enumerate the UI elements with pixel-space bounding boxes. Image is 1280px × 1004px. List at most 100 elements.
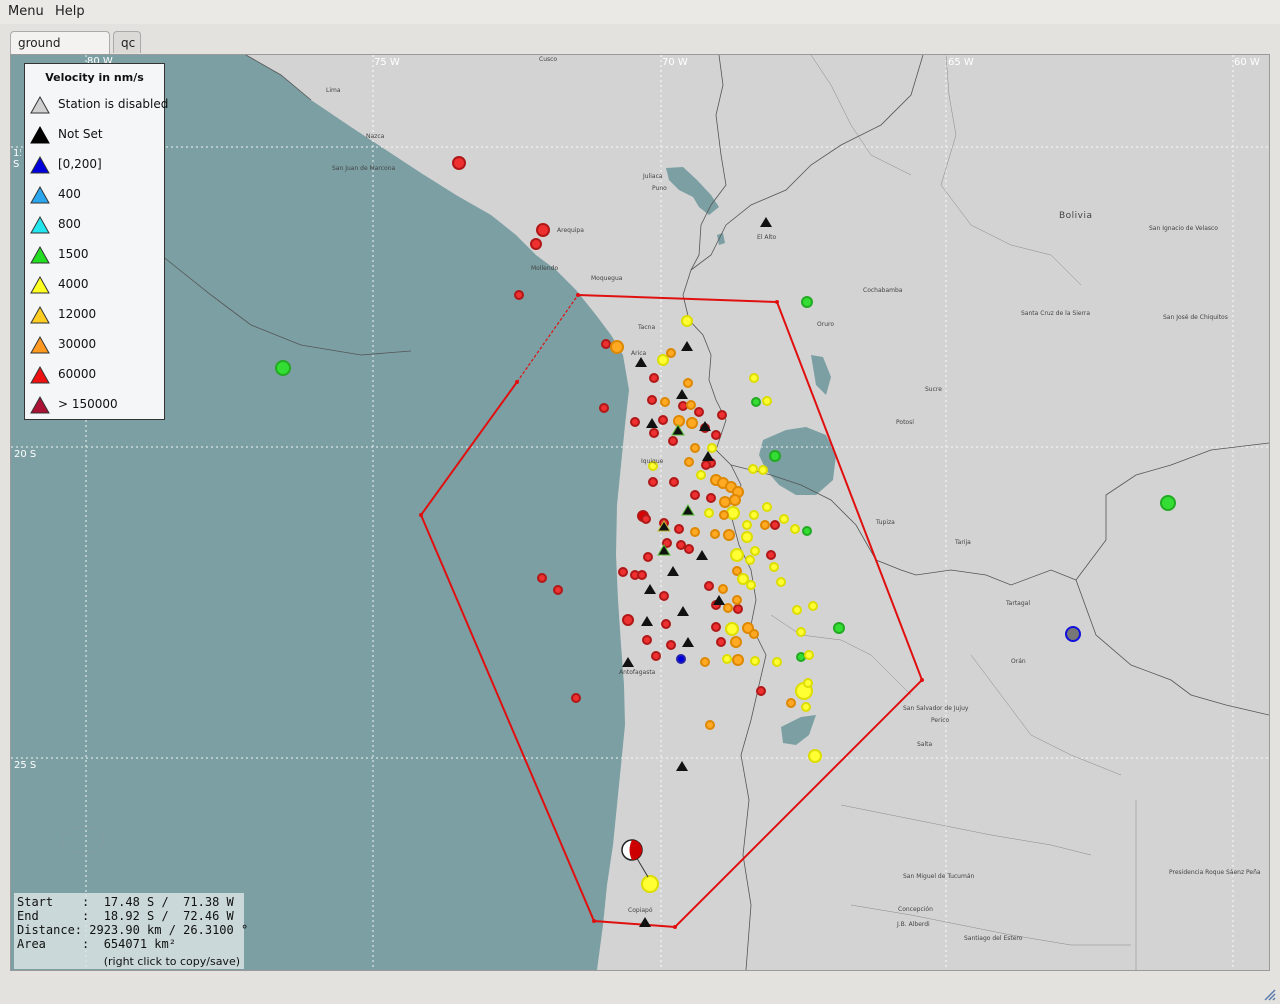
- station-marker[interactable]: [275, 360, 291, 376]
- station-marker[interactable]: [746, 580, 756, 590]
- station-marker[interactable]: [749, 629, 759, 639]
- station-marker[interactable]: [719, 510, 729, 520]
- station-marker[interactable]: [657, 354, 669, 366]
- station-marker[interactable]: [666, 640, 676, 650]
- station-marker[interactable]: [711, 622, 721, 632]
- station-marker[interactable]: [710, 529, 720, 539]
- station-marker[interactable]: [1065, 626, 1081, 642]
- station-marker[interactable]: [769, 450, 781, 462]
- station-marker[interactable]: [790, 524, 800, 534]
- station-marker[interactable]: [705, 720, 715, 730]
- station-marker[interactable]: [711, 430, 721, 440]
- station-marker[interactable]: [669, 477, 679, 487]
- station-marker[interactable]: [599, 403, 609, 413]
- station-marker[interactable]: [630, 417, 640, 427]
- station-marker[interactable]: [696, 470, 706, 480]
- station-marker[interactable]: [649, 428, 659, 438]
- station-marker[interactable]: [716, 637, 726, 647]
- station-marker[interactable]: [571, 693, 581, 703]
- station-marker[interactable]: [749, 373, 759, 383]
- tab-qc[interactable]: qc: [113, 31, 141, 53]
- station-marker[interactable]: [694, 407, 704, 417]
- station-marker[interactable]: [776, 577, 786, 587]
- station-marker[interactable]: [649, 373, 659, 383]
- station-marker[interactable]: [723, 603, 733, 613]
- station-marker[interactable]: [742, 520, 752, 530]
- station-marker[interactable]: [801, 296, 813, 308]
- station-marker[interactable]: [756, 686, 766, 696]
- station-marker[interactable]: [808, 601, 818, 611]
- station-marker[interactable]: [808, 749, 822, 763]
- station-marker[interactable]: [553, 585, 563, 595]
- menu-item-help[interactable]: Help: [55, 4, 85, 19]
- station-marker[interactable]: [660, 397, 670, 407]
- station-marker[interactable]: [641, 514, 651, 524]
- station-marker[interactable]: [762, 502, 772, 512]
- station-marker[interactable]: [683, 378, 693, 388]
- station-marker[interactable]: [730, 548, 744, 562]
- station-marker[interactable]: [750, 656, 760, 666]
- station-marker[interactable]: [786, 698, 796, 708]
- station-marker[interactable]: [601, 339, 611, 349]
- station-marker[interactable]: [641, 875, 659, 893]
- station-marker[interactable]: [648, 477, 658, 487]
- station-marker[interactable]: [674, 524, 684, 534]
- station-marker[interactable]: [729, 494, 741, 506]
- station-marker[interactable]: [762, 396, 772, 406]
- station-marker[interactable]: [610, 340, 624, 354]
- station-marker[interactable]: [690, 527, 700, 537]
- station-marker[interactable]: [766, 550, 776, 560]
- station-marker[interactable]: [792, 605, 802, 615]
- station-marker[interactable]: [514, 290, 524, 300]
- station-marker[interactable]: [452, 156, 466, 170]
- station-marker[interactable]: [730, 636, 742, 648]
- station-marker[interactable]: [750, 546, 760, 556]
- station-marker[interactable]: [642, 635, 652, 645]
- station-marker[interactable]: [647, 395, 657, 405]
- station-marker[interactable]: [673, 415, 685, 427]
- station-marker[interactable]: [802, 526, 812, 536]
- station-marker[interactable]: [748, 464, 758, 474]
- station-marker[interactable]: [741, 531, 753, 543]
- station-marker[interactable]: [684, 544, 694, 554]
- station-marker[interactable]: [658, 415, 668, 425]
- station-marker[interactable]: [718, 584, 728, 594]
- station-marker[interactable]: [651, 651, 661, 661]
- station-marker[interactable]: [796, 627, 806, 637]
- tab-ground-motion[interactable]: ground motion: [10, 31, 110, 72]
- station-marker[interactable]: [686, 400, 696, 410]
- station-marker[interactable]: [622, 614, 634, 626]
- station-marker[interactable]: [803, 678, 813, 688]
- station-marker[interactable]: [770, 520, 780, 530]
- station-marker[interactable]: [637, 570, 647, 580]
- station-marker[interactable]: [536, 223, 550, 237]
- station-marker[interactable]: [804, 650, 814, 660]
- station-marker[interactable]: [676, 540, 686, 550]
- station-marker[interactable]: [745, 555, 755, 565]
- station-marker[interactable]: [643, 552, 653, 562]
- station-marker[interactable]: [537, 573, 547, 583]
- measurement-info[interactable]: Start : 17.48 S / 71.38 W End : 18.92 S …: [14, 893, 248, 969]
- station-marker[interactable]: [833, 622, 845, 634]
- station-marker[interactable]: [732, 654, 744, 666]
- station-marker[interactable]: [661, 619, 671, 629]
- station-marker[interactable]: [726, 506, 740, 520]
- resize-grip-icon[interactable]: [1262, 987, 1276, 1001]
- station-marker[interactable]: [676, 654, 686, 664]
- station-marker[interactable]: [772, 657, 782, 667]
- station-marker[interactable]: [700, 657, 710, 667]
- station-marker[interactable]: [733, 604, 743, 614]
- station-marker[interactable]: [530, 238, 542, 250]
- station-marker[interactable]: [779, 514, 789, 524]
- station-marker[interactable]: [704, 508, 714, 518]
- station-marker[interactable]: [684, 457, 694, 467]
- station-marker[interactable]: [678, 401, 688, 411]
- map-canvas[interactable]: 80 W 75 W 70 W 65 W 60 W 15 S 20 S 25 S …: [10, 54, 1270, 971]
- station-marker[interactable]: [760, 520, 770, 530]
- station-marker[interactable]: [706, 493, 716, 503]
- station-marker[interactable]: [723, 529, 735, 541]
- station-marker[interactable]: [749, 510, 759, 520]
- station-marker[interactable]: [769, 562, 779, 572]
- station-marker[interactable]: [725, 622, 739, 636]
- station-marker[interactable]: [758, 465, 768, 475]
